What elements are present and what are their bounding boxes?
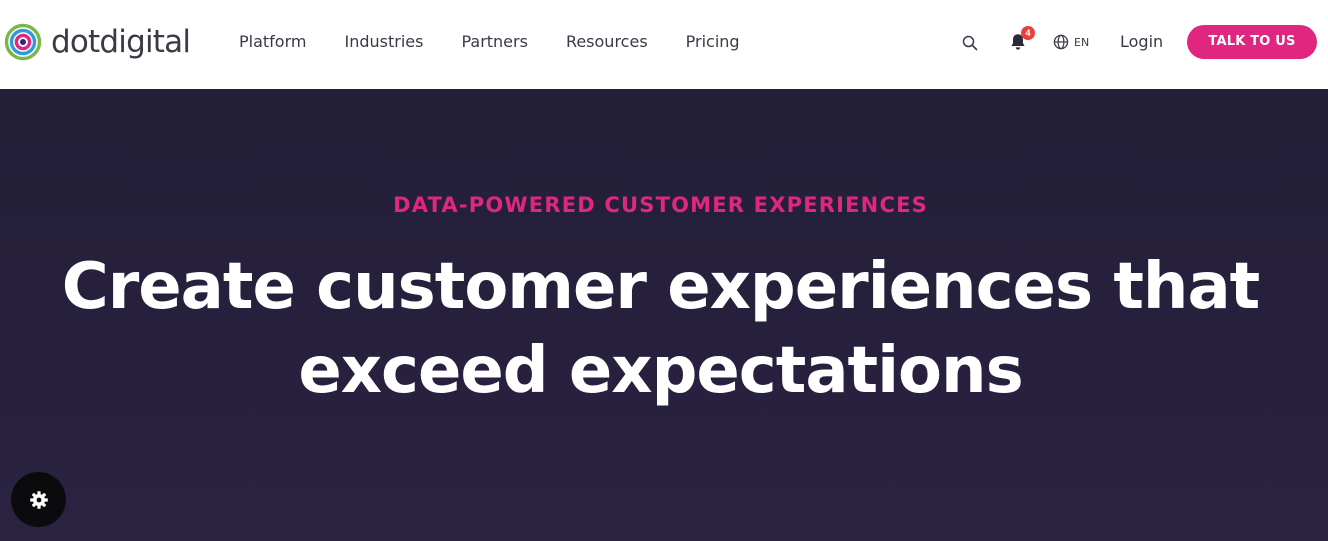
hero-title-line-1: Create customer experiences that — [61, 250, 1261, 324]
top-navbar: dotdigital Platform Industries Partners … — [0, 0, 1328, 89]
main-nav: Platform Industries Partners Resources P… — [239, 30, 778, 54]
hero-section: DATA-POWERED CUSTOMER EXPERIENCES Create… — [0, 89, 1328, 541]
nav-item-resources[interactable]: Resources — [566, 30, 648, 54]
brand-logo-link[interactable]: dotdigital — [4, 23, 191, 61]
search-button[interactable] — [961, 34, 979, 52]
language-selector[interactable]: EN — [1053, 33, 1089, 51]
nav-item-industries[interactable]: Industries — [344, 30, 423, 54]
brand-name: dotdigital — [51, 24, 191, 60]
nav-item-platform[interactable]: Platform — [239, 30, 306, 54]
language-label: EN — [1074, 35, 1090, 49]
hero-eyebrow: DATA-POWERED CUSTOMER EXPERIENCES — [393, 193, 928, 217]
hero-title: Create customer experiences that exceed … — [0, 245, 1321, 413]
cookie-settings-button[interactable] — [11, 472, 66, 527]
notification-count-badge: 4 — [1021, 26, 1035, 40]
search-icon — [962, 35, 978, 51]
globe-icon — [1053, 34, 1069, 50]
concentric-rings-logo-icon — [4, 23, 42, 61]
nav-item-partners[interactable]: Partners — [461, 30, 527, 54]
login-link[interactable]: Login — [1120, 30, 1163, 54]
gear-icon — [29, 490, 48, 509]
talk-to-us-button[interactable]: TALK TO US — [1187, 25, 1317, 59]
hero-title-line-2: exceed expectations — [298, 334, 1023, 408]
nav-item-pricing[interactable]: Pricing — [686, 30, 740, 54]
